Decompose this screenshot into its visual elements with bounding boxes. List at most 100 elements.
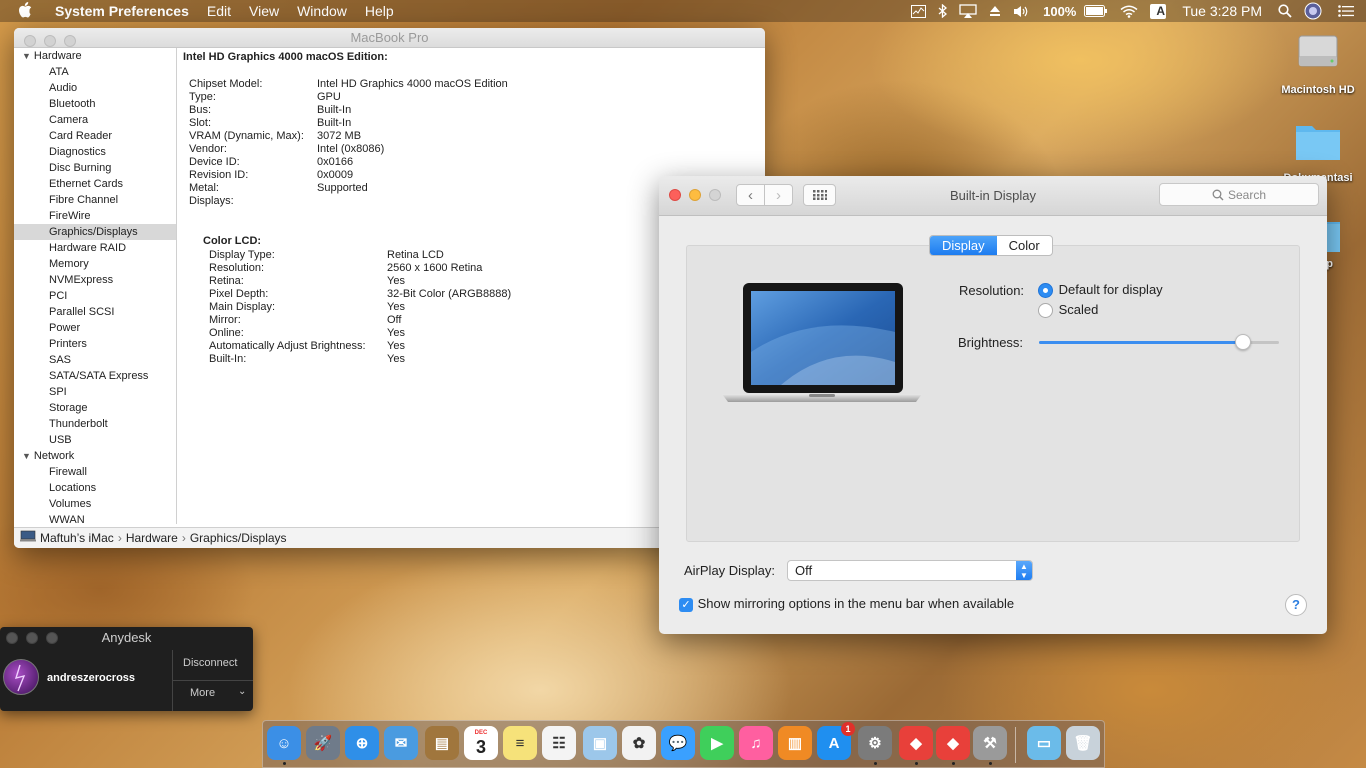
dock-app-store-icon[interactable]: A1 [817,722,855,760]
dock-reminders-icon[interactable]: ☷ [542,726,576,760]
radio-default-for-display[interactable]: Default for display [1038,282,1163,299]
menu-help[interactable]: Help [356,3,403,19]
search-field[interactable]: Search [1159,183,1319,206]
dock-photos-icon[interactable]: ✿ [622,726,656,760]
dock-launchpad-icon[interactable]: 🚀 [306,726,340,760]
radio-scaled[interactable]: Scaled [1038,302,1098,319]
sidebar-item-volumes[interactable]: Volumes [14,496,176,512]
radio-button[interactable] [1038,303,1053,319]
menu-app-name[interactable]: System Preferences [46,3,198,19]
sidebar-item-ethernet-cards[interactable]: Ethernet Cards [14,176,176,192]
dock-facetime-icon[interactable]: ▶ [700,726,734,760]
desktop-icon-dokumentasi[interactable]: Dokumentasi [1273,118,1363,184]
activity-monitor-icon[interactable] [905,4,932,18]
menu-view[interactable]: View [240,3,288,19]
sidebar-item-pci[interactable]: PCI [14,288,176,304]
checkbox-label: Show mirroring options in the menu bar w… [697,596,1015,611]
airplay-icon[interactable] [953,4,983,18]
dock-system-preferences-icon[interactable]: ⚙ [858,726,892,760]
dock-itunes-icon[interactable]: ♫ [739,726,773,760]
close-button[interactable] [24,35,36,47]
dock-trash-icon[interactable]: 🗑 [1066,726,1100,760]
tab-color[interactable]: Color [997,236,1052,255]
sidebar-item-sata-sata-express[interactable]: SATA/SATA Express [14,368,176,384]
dock-safari-icon[interactable]: ⊕ [345,726,379,760]
wifi-icon[interactable] [1114,5,1144,18]
dock-anydesk-icon[interactable]: ◆ [899,726,933,760]
dock-finder-icon[interactable]: ☺ [267,726,301,760]
sidebar-item-fibre-channel[interactable]: Fibre Channel [14,192,176,208]
input-source-icon[interactable]: A [1144,3,1172,19]
minimize-button[interactable] [26,632,38,644]
path-separator-icon: › [181,530,186,545]
dock-utility-icon[interactable]: ⚒ [973,726,1007,760]
dock-documents-icon[interactable]: ▭ [1027,726,1061,760]
checkbox[interactable]: ✓ [679,598,693,612]
dock-contacts-icon[interactable]: ▤ [425,726,459,760]
volume-icon[interactable] [1007,5,1037,18]
sidebar-item-firewall[interactable]: Firewall [14,464,176,480]
slider-knob[interactable] [1235,334,1251,350]
sidebar-group-hardware[interactable]: ▼ Hardware [14,48,176,64]
sidebar-item-usb[interactable]: USB [14,432,176,448]
notification-center-icon[interactable] [1328,5,1366,17]
sidebar-item-audio[interactable]: Audio [14,80,176,96]
spotlight-icon[interactable] [1272,4,1298,18]
dock-anydesk-icon[interactable]: ◆ [936,726,970,760]
zoom-button[interactable] [46,632,58,644]
dock-ibooks-icon[interactable]: ▥ [778,726,812,760]
sidebar-item-thunderbolt[interactable]: Thunderbolt [14,416,176,432]
airplay-popup[interactable]: Off ▲ ▼ [787,560,1033,581]
dock-messages-icon[interactable]: 💬 [661,726,695,760]
bluetooth-icon[interactable] [932,4,953,18]
disconnect-button[interactable]: Disconnect [183,657,237,669]
dock-preview-icon[interactable]: ▣ [583,726,617,760]
minimize-button[interactable] [44,35,56,47]
dock-notes-icon[interactable]: ≡ [503,726,537,760]
sidebar-item-firewire[interactable]: FireWire [14,208,176,224]
sidebar-item-parallel-scsi[interactable]: Parallel SCSI [14,304,176,320]
dock-calendar-icon[interactable]: DEC 3 [464,726,498,760]
battery-icon[interactable] [1078,5,1114,17]
sidebar-item-power[interactable]: Power [14,320,176,336]
sidebar-item-printers[interactable]: Printers [14,336,176,352]
sidebar-item-graphics-displays[interactable]: Graphics/Displays [14,224,176,240]
sidebar-item-storage[interactable]: Storage [14,400,176,416]
sidebar-item-locations[interactable]: Locations [14,480,176,496]
sidebar-item-wwan[interactable]: WWAN [14,512,176,524]
radio-button[interactable] [1038,283,1053,299]
battery-percent[interactable]: 100% [1037,4,1078,19]
more-button[interactable]: More ⌄ [190,686,250,699]
user-avatar-icon[interactable] [1298,2,1328,20]
menu-window[interactable]: Window [288,3,356,19]
disclosure-triangle-icon[interactable]: ▼ [22,51,31,61]
mirroring-option[interactable]: ✓ Show mirroring options in the menu bar… [679,596,1014,612]
clock[interactable]: Tue 3:28 PM [1172,3,1272,19]
brightness-slider[interactable] [1039,333,1279,351]
help-button[interactable]: ? [1285,594,1307,616]
sidebar-item-spi[interactable]: SPI [14,384,176,400]
sidebar-item-ata[interactable]: ATA [14,64,176,80]
menu-edit[interactable]: Edit [198,3,240,19]
desktop-icon-macintosh-hd[interactable]: Macintosh HD [1273,28,1363,96]
sidebar-item-sas[interactable]: SAS [14,352,176,368]
disclosure-triangle-icon[interactable]: ▼ [22,451,31,461]
path-item[interactable]: Hardware [126,528,178,549]
zoom-button[interactable] [64,35,76,47]
sidebar-item-hardware-raid[interactable]: Hardware RAID [14,240,176,256]
close-button[interactable] [6,632,18,644]
tab-display[interactable]: Display [930,236,997,255]
sidebar-item-disc-burning[interactable]: Disc Burning [14,160,176,176]
eject-icon[interactable] [983,5,1007,17]
sidebar-group-network[interactable]: ▼ Network [14,448,176,464]
sidebar-item-nvmexpress[interactable]: NVMExpress [14,272,176,288]
sidebar-item-diagnostics[interactable]: Diagnostics [14,144,176,160]
dock-mail-icon[interactable]: ✉ [384,726,418,760]
sidebar-item-camera[interactable]: Camera [14,112,176,128]
path-item[interactable]: Graphics/Displays [190,528,287,549]
sidebar-item-memory[interactable]: Memory [14,256,176,272]
apple-menu-icon[interactable] [0,1,46,21]
sidebar-item-bluetooth[interactable]: Bluetooth [14,96,176,112]
sidebar-item-card-reader[interactable]: Card Reader [14,128,176,144]
path-item[interactable]: Maftuh’s iMac [40,528,114,549]
